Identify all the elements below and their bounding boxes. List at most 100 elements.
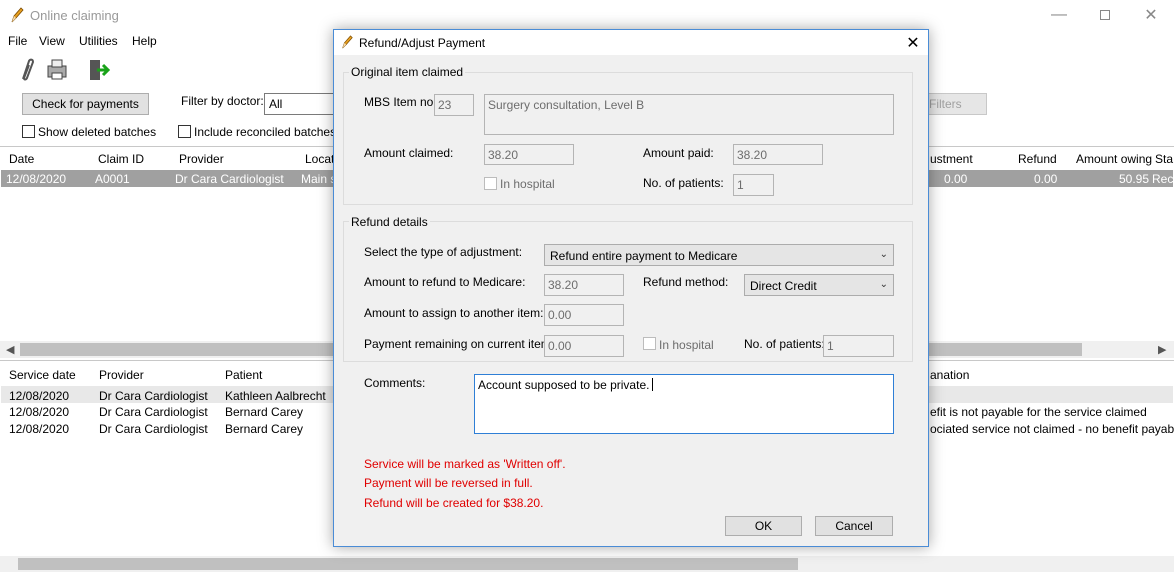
refund-method-select[interactable]: Direct Credit ⌄ — [744, 274, 894, 296]
refund-patients-field[interactable]: 1 — [823, 335, 894, 357]
orig-in-hospital-checkbox[interactable] — [484, 177, 497, 190]
amount-paid-label: Amount paid: — [643, 146, 714, 160]
adjustment-type-label: Select the type of adjustment: — [364, 245, 523, 259]
orig-patients-field[interactable]: 1 — [733, 174, 774, 196]
refund-adjust-dialog: Refund/Adjust Payment ✕ Original item cl… — [333, 29, 929, 547]
ok-button[interactable]: OK — [725, 516, 802, 536]
amount-claimed-label: Amount claimed: — [364, 146, 454, 160]
maximize-icon — [1100, 10, 1110, 20]
comments-label: Comments: — [364, 376, 426, 390]
service-cell-patient: Kathleen Aalbrecht — [225, 389, 326, 403]
include-reconciled-label: Include reconciled batches — [194, 125, 337, 139]
orig-patients-label: No. of patients: — [643, 176, 724, 190]
refund-details-group-title: Refund details — [349, 215, 430, 229]
service-cell-patient: Bernard Carey — [225, 405, 304, 419]
include-reconciled-checkbox[interactable] — [178, 125, 191, 138]
item-description-field[interactable]: Surgery consultation, Level B — [484, 94, 894, 135]
batch-cell-provider: Dr Cara Cardiologist — [175, 172, 284, 186]
pencil-icon — [342, 35, 353, 49]
refund-in-hospital-label: In hospital — [659, 338, 714, 352]
menu-help[interactable]: Help — [132, 34, 157, 48]
remaining-payment-field[interactable]: 0.00 — [544, 335, 624, 357]
batch-header-date[interactable]: Date — [9, 152, 34, 166]
batch-header-refund[interactable]: Refund — [1018, 152, 1057, 166]
refund-medicare-field[interactable]: 38.20 — [544, 274, 624, 296]
service-cell-provider: Dr Cara Cardiologist — [99, 405, 208, 419]
service-cell-provider: Dr Cara Cardiologist — [99, 422, 208, 436]
service-cell-explanation: efit is not payable for the service clai… — [930, 405, 1147, 419]
batch-header-claim-id[interactable]: Claim ID — [98, 152, 144, 166]
refund-method-label: Refund method: — [643, 275, 729, 289]
close-icon: ✕ — [1144, 7, 1158, 24]
chevron-down-icon: ⌄ — [879, 249, 888, 260]
service-header-explanation[interactable]: anation — [930, 368, 969, 382]
service-header-date[interactable]: Service date — [9, 368, 76, 382]
minimize-button[interactable]: — — [1036, 0, 1082, 30]
batch-header-provider[interactable]: Provider — [179, 152, 224, 166]
original-item-group-title: Original item claimed — [349, 65, 466, 79]
batch-header-adjustment[interactable]: ustment — [930, 152, 973, 166]
batch-cell-refund: 0.00 — [1034, 172, 1058, 186]
service-cell-date: 12/08/2020 — [9, 405, 70, 419]
comments-text: Account supposed to be private. — [478, 378, 650, 392]
cancel-button[interactable]: Cancel — [815, 516, 893, 536]
refund-medicare-label: Amount to refund to Medicare: — [364, 275, 526, 289]
service-header-patient[interactable]: Patient — [225, 368, 262, 382]
remaining-payment-label: Payment remaining on current item: — [364, 337, 555, 351]
printer-icon[interactable] — [44, 57, 70, 83]
batch-header-status[interactable]: Sta — [1155, 152, 1173, 166]
close-button[interactable]: ✕ — [1128, 0, 1174, 30]
adjustment-type-value: Refund entire payment to Medicare — [550, 249, 738, 263]
adjustment-type-select[interactable]: Refund entire payment to Medicare ⌄ — [544, 244, 894, 266]
scroll-left-icon[interactable]: ◀ — [6, 343, 14, 356]
exit-icon[interactable] — [86, 57, 112, 83]
text-caret — [652, 378, 654, 391]
maximize-button[interactable] — [1082, 0, 1128, 30]
chevron-down-icon: ⌄ — [879, 279, 888, 290]
refund-patients-label: No. of patients: — [744, 337, 825, 351]
orig-in-hospital-label: In hospital — [500, 177, 555, 191]
amount-paid-field[interactable]: 38.20 — [733, 144, 823, 165]
warning-message: Service will be marked as 'Written off'. — [364, 457, 566, 471]
filter-doctor-select[interactable]: All — [264, 93, 336, 115]
warning-message: Payment will be reversed in full. — [364, 476, 533, 490]
dialog-close-button[interactable]: ✕ — [900, 32, 926, 54]
show-deleted-checkbox[interactable] — [22, 125, 35, 138]
service-scrollbar-thumb[interactable] — [18, 558, 798, 570]
menu-file[interactable]: File — [8, 34, 27, 48]
show-deleted-label: Show deleted batches — [38, 125, 157, 139]
batch-cell-location: Main s — [301, 172, 337, 186]
window-title: Online claiming — [30, 8, 119, 23]
batch-cell-adjustment: 0.00 — [944, 172, 968, 186]
mbs-item-field[interactable]: 23 — [434, 94, 474, 116]
batch-cell-claim-id: A0001 — [95, 172, 130, 186]
assign-other-label: Amount to assign to another item: — [364, 306, 544, 320]
filter-doctor-label: Filter by doctor: — [181, 94, 264, 108]
service-cell-patient: Bernard Carey — [225, 422, 304, 436]
batch-cell-status: Rec — [1152, 172, 1174, 186]
menu-view[interactable]: View — [39, 34, 65, 48]
batch-cell-date: 12/08/2020 — [6, 172, 67, 186]
clear-filters-button[interactable]: Filters — [924, 93, 987, 115]
paperclip-icon[interactable] — [14, 57, 40, 83]
menu-utilities[interactable]: Utilities — [79, 34, 118, 48]
service-cell-explanation: ociated service not claimed - no benefit… — [930, 422, 1174, 436]
service-cell-date: 12/08/2020 — [9, 422, 70, 436]
refund-in-hospital-checkbox[interactable] — [643, 337, 656, 350]
title-bar — [0, 0, 1174, 32]
dialog-title: Refund/Adjust Payment — [359, 36, 486, 50]
service-cell-date: 12/08/2020 — [9, 389, 70, 403]
check-payments-button[interactable]: Check for payments — [22, 93, 149, 115]
original-item-group — [343, 72, 913, 205]
service-header-provider[interactable]: Provider — [99, 368, 144, 382]
amount-claimed-field[interactable]: 38.20 — [484, 144, 574, 165]
minimize-icon: — — [1051, 6, 1067, 23]
refund-method-value: Direct Credit — [750, 279, 817, 293]
scroll-right-icon[interactable]: ▶ — [1158, 343, 1166, 356]
mbs-item-label: MBS Item no: — [364, 95, 437, 109]
warning-message: Refund will be created for $38.20. — [364, 496, 544, 510]
assign-other-field[interactable]: 0.00 — [544, 304, 624, 326]
service-cell-provider: Dr Cara Cardiologist — [99, 389, 208, 403]
comments-textarea[interactable]: Account supposed to be private. — [474, 374, 894, 434]
batch-header-amount-owing[interactable]: Amount owing — [1076, 152, 1152, 166]
